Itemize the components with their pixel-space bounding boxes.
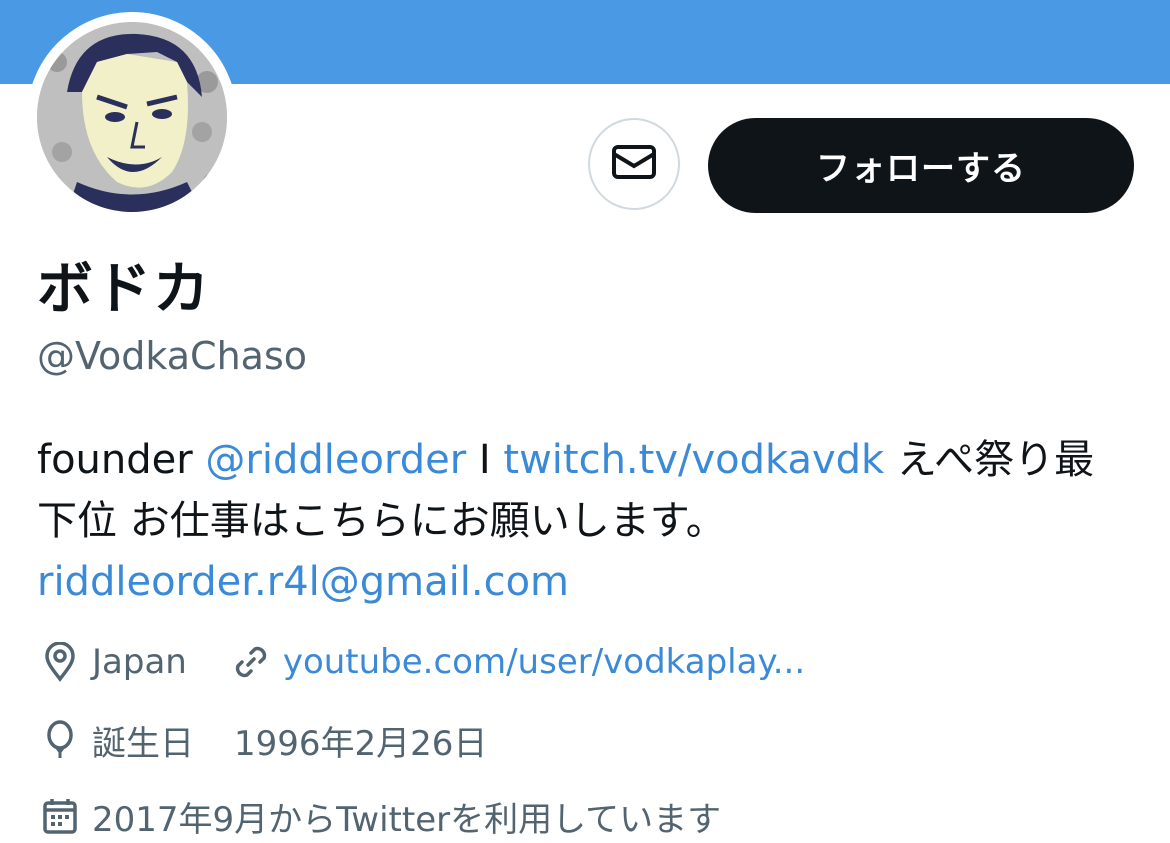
user-handle: @VodkaChaso	[37, 334, 307, 378]
bio-text-suffix: えぺ祭り最	[884, 437, 1095, 483]
bio-text: founder	[37, 437, 206, 483]
envelope-icon	[611, 144, 657, 184]
email-link[interactable]: riddleorder.r4l@gmail.com	[37, 552, 1137, 613]
avatar-frame	[27, 12, 237, 222]
avatar[interactable]	[37, 22, 227, 212]
location-pin-icon	[40, 642, 80, 682]
profile-bio: founder @riddleorder I twitch.tv/vodkavd…	[37, 430, 1137, 613]
location-text: Japan	[92, 642, 187, 682]
joined-date: 2017年9月からTwitterを利用しています	[92, 799, 722, 840]
profile-meta-location-website: Japan youtube.com/user/vodkaplay...	[40, 640, 805, 684]
message-button[interactable]	[588, 118, 680, 210]
profile-meta-birthday: 誕生日 1996年2月26日	[40, 718, 488, 764]
birthday-value: 1996年2月26日	[234, 723, 488, 764]
bio-line-2: 下位 お仕事はこちらにお願いします。	[37, 498, 726, 544]
twitch-link[interactable]: twitch.tv/vodkavdk	[503, 437, 884, 483]
mention-link[interactable]: @riddleorder	[205, 437, 466, 483]
link-icon	[231, 642, 271, 682]
balloon-icon	[40, 720, 80, 760]
birthday-label: 誕生日	[92, 723, 194, 764]
display-name: ボドカ	[37, 257, 211, 322]
profile-meta-joined: 2017年9月からTwitterを利用しています	[40, 794, 722, 840]
bio-separator: I	[466, 437, 504, 483]
calendar-icon	[40, 796, 80, 836]
follow-button[interactable]: フォローする	[708, 118, 1134, 213]
website-link[interactable]: youtube.com/user/vodkaplay...	[283, 642, 805, 682]
bio-line-1: founder @riddleorder I twitch.tv/vodkavd…	[37, 430, 1137, 491]
